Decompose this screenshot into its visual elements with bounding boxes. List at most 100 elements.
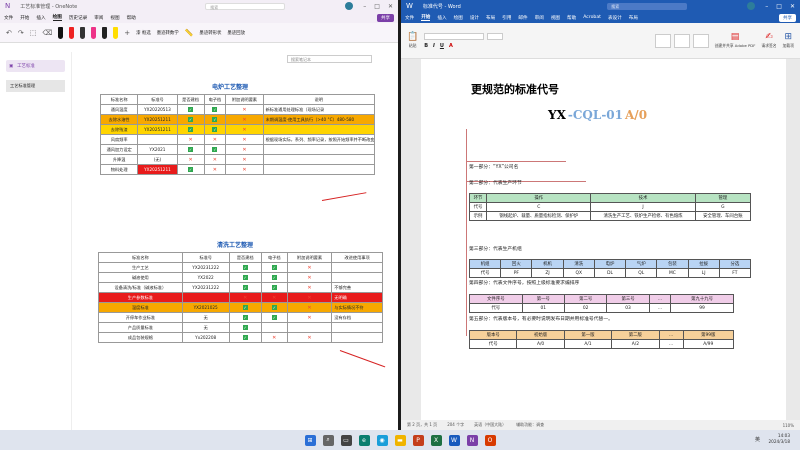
- avatar[interactable]: [345, 2, 354, 10]
- start-icon[interactable]: ⊞: [304, 434, 316, 446]
- style-heading[interactable]: [673, 33, 690, 48]
- checkbox-checked-icon[interactable]: ✓: [212, 117, 218, 122]
- menu-2[interactable]: 插入: [36, 15, 45, 21]
- underline-icon[interactable]: U: [440, 43, 444, 49]
- page-item[interactable]: 工艺标准管理: [6, 80, 65, 92]
- pen-dark[interactable]: [102, 26, 108, 39]
- checkbox-checked-icon[interactable]: ✓: [271, 285, 277, 290]
- menu-7[interactable]: 帮助: [127, 15, 136, 21]
- status-accessibility[interactable]: 辅助功能：调查: [516, 422, 544, 428]
- edge-icon[interactable]: e: [358, 434, 370, 446]
- menu-9[interactable]: 视图: [551, 15, 560, 21]
- ink-replay-button[interactable]: 墨迹回放: [227, 30, 245, 36]
- checkbox-checked-icon[interactable]: ✓: [188, 107, 194, 112]
- italic-icon[interactable]: I: [433, 43, 435, 49]
- menu-13[interactable]: 布局: [629, 15, 638, 21]
- document-page[interactable]: 更规范的标准代号 YX -CQL-01 A/0 第一部分：“YX”公司名 第二部分：…: [421, 59, 786, 420]
- pen-pink[interactable]: [91, 26, 97, 39]
- ime-indicator[interactable]: 英: [755, 436, 760, 443]
- notebook-selector[interactable]: ▣ 工艺标准: [6, 60, 65, 72]
- ink-to-shape-button[interactable]: 墨迹转形状: [199, 30, 221, 36]
- menu-0[interactable]: 文件: [4, 15, 13, 21]
- menu-6[interactable]: 引用: [502, 15, 511, 21]
- create-pdf-button[interactable]: ▤ 创建并共享 Adobe PDF: [715, 32, 756, 49]
- maximize-icon[interactable]: □: [776, 3, 782, 10]
- addins-button[interactable]: ⊞ 加载项: [783, 32, 794, 49]
- menu-11[interactable]: Acrobat: [583, 15, 601, 20]
- powerpoint-icon[interactable]: P: [412, 434, 424, 446]
- redo-icon[interactable]: ↷: [18, 29, 24, 37]
- word-icon[interactable]: W: [448, 434, 460, 446]
- ink-stroke[interactable]: [321, 192, 367, 201]
- file-explorer-icon[interactable]: ▬: [394, 434, 406, 446]
- menu-2[interactable]: 插入: [437, 15, 446, 21]
- font-color-icon[interactable]: A: [449, 43, 453, 49]
- note-canvas[interactable]: 搜索笔记本 电炉工艺整理 标准名称 标准号 是否建档 电子档 附加说明要素 说明 通风温度 Y…: [72, 52, 398, 430]
- share-button[interactable]: 共享: [779, 13, 796, 22]
- checkbox-checked-icon[interactable]: ✓: [242, 285, 248, 290]
- checkbox-checked-icon[interactable]: ✓: [212, 147, 218, 152]
- checkbox-checked-icon[interactable]: ✓: [242, 315, 248, 320]
- ruler-icon[interactable]: 📏: [185, 29, 194, 37]
- style-title[interactable]: [692, 33, 709, 48]
- ink-to-math-button[interactable]: 墨迹转数学: [157, 30, 179, 36]
- onenote-icon[interactable]: N: [466, 434, 478, 446]
- clock[interactable]: 14:03 2024/3/18: [769, 433, 790, 445]
- checkbox-checked-icon[interactable]: ✓: [212, 127, 218, 132]
- checkbox-checked-icon[interactable]: ✓: [242, 325, 248, 330]
- pen-red[interactable]: [69, 26, 75, 39]
- excel-icon[interactable]: X: [430, 434, 442, 446]
- undo-icon[interactable]: ↶: [6, 29, 12, 37]
- checkbox-checked-icon[interactable]: ✓: [271, 265, 277, 270]
- status-language[interactable]: 英语（中国大陆）: [474, 422, 506, 428]
- menu-4[interactable]: 历史记录: [69, 15, 87, 21]
- taskview-icon[interactable]: ▭: [340, 434, 352, 446]
- word-search-box[interactable]: 搜索: [607, 2, 688, 10]
- style-normal[interactable]: [654, 33, 671, 48]
- share-button[interactable]: 共享: [377, 13, 394, 22]
- menu-4[interactable]: 设计: [470, 15, 479, 21]
- checkbox-checked-icon[interactable]: ✓: [188, 127, 194, 132]
- menu-7[interactable]: 邮件: [518, 15, 527, 21]
- menu-8[interactable]: 审阅: [535, 15, 544, 21]
- minimize-icon[interactable]: –: [765, 3, 768, 10]
- lasso-button[interactable]: 漆 框选: [136, 30, 151, 36]
- checkbox-checked-icon[interactable]: ✓: [271, 275, 277, 280]
- eraser-icon[interactable]: ⌫: [42, 29, 52, 37]
- menu-10[interactable]: 帮助: [567, 15, 576, 21]
- checkbox-checked-icon[interactable]: ✓: [242, 305, 248, 310]
- edge-browser-icon[interactable]: ◉: [376, 434, 388, 446]
- checkbox-checked-icon[interactable]: ✓: [242, 335, 248, 340]
- office-icon[interactable]: O: [484, 434, 496, 446]
- maximize-icon[interactable]: □: [374, 3, 380, 10]
- menu-3[interactable]: 绘图: [454, 15, 463, 21]
- checkbox-checked-icon[interactable]: ✓: [188, 117, 194, 122]
- close-icon[interactable]: ✕: [388, 3, 393, 10]
- notebook-search[interactable]: 搜索笔记本: [287, 55, 372, 63]
- checkbox-checked-icon[interactable]: ✓: [271, 305, 277, 310]
- status-words[interactable]: 204 个字: [447, 422, 464, 428]
- paste-button[interactable]: 📋 粘贴: [407, 32, 418, 49]
- checkbox-checked-icon[interactable]: ✓: [188, 147, 194, 152]
- pen-black[interactable]: [58, 26, 64, 39]
- pen-black-2[interactable]: [80, 26, 86, 39]
- checkbox-checked-icon[interactable]: ✓: [212, 107, 218, 112]
- search-icon[interactable]: ⌕: [322, 434, 334, 446]
- request-signature-button[interactable]: ✍ 请求签名: [761, 32, 776, 49]
- status-page[interactable]: 第 2 页，共 1 页: [407, 422, 437, 428]
- font-name-select[interactable]: [424, 32, 485, 40]
- select-icon[interactable]: ⬚: [30, 29, 37, 37]
- ink-stroke[interactable]: [339, 350, 386, 368]
- checkbox-checked-icon[interactable]: ✓: [188, 167, 194, 172]
- avatar[interactable]: [747, 2, 756, 10]
- menu-12[interactable]: 表设计: [608, 15, 622, 21]
- minimize-icon[interactable]: –: [363, 3, 366, 10]
- menu-1[interactable]: 开始: [421, 14, 431, 21]
- menu-3[interactable]: 绘图: [52, 14, 62, 21]
- menu-5[interactable]: 审阅: [94, 15, 103, 21]
- checkbox-checked-icon[interactable]: ✓: [242, 265, 248, 270]
- menu-1[interactable]: 开始: [20, 15, 29, 21]
- menu-5[interactable]: 布局: [486, 15, 495, 21]
- bold-icon[interactable]: B: [424, 43, 428, 49]
- menu-0[interactable]: 文件: [405, 15, 414, 21]
